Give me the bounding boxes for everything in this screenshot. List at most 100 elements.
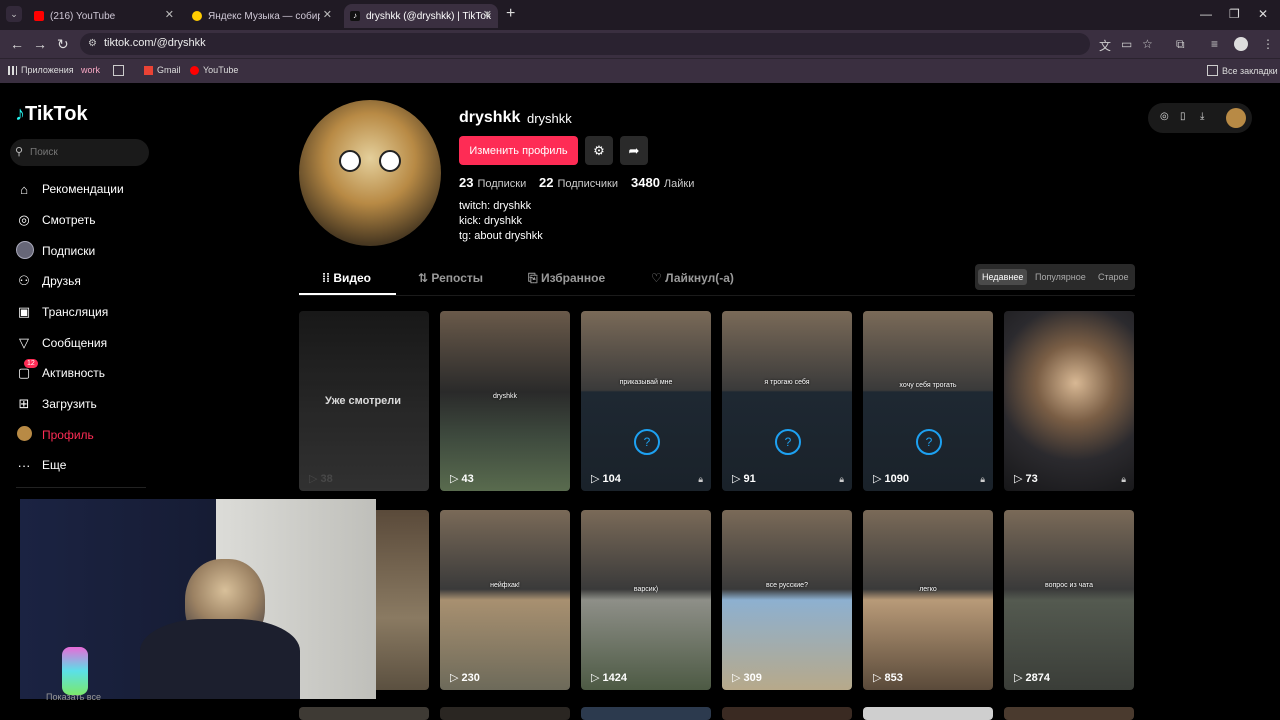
video-card[interactable]: хочу себя трогать ? ▷ 1090 🔒︎ (863, 311, 993, 491)
bookmark-work[interactable]: work (81, 65, 100, 75)
settings-button[interactable]: ⚙ (585, 136, 613, 165)
menu-dots-icon[interactable]: ⋮ (1262, 37, 1274, 51)
notification-badge: 12 (24, 359, 38, 368)
followers-stat[interactable]: 22 Подписчики (539, 175, 618, 190)
bookmark-gmail[interactable]: Gmail (144, 65, 181, 75)
sidebar-divider (16, 487, 146, 488)
tab-liked[interactable]: ♡ Лайкнул(-а) (651, 271, 734, 285)
sidebar-item-label: Друзья (42, 274, 81, 288)
reading-list-icon[interactable]: ≡ (1211, 37, 1218, 51)
inbox-icon: ▢ 12 (16, 359, 38, 381)
tab-label: Репосты (431, 271, 483, 285)
phone-icon[interactable]: ▯ (1180, 111, 1186, 122)
view-count: ▷ 91 (732, 473, 756, 485)
sidebar-item-messages[interactable]: ▽ Сообщения (16, 332, 107, 354)
sidebar-item-friends[interactable]: ⚇ Друзья (16, 270, 81, 292)
video-card[interactable] (863, 707, 993, 720)
browser-tab-youtube[interactable]: (216) YouTube ✕ (28, 4, 180, 28)
compass-icon: ◎ (18, 212, 30, 227)
show-all-link[interactable]: Показать все (46, 692, 101, 702)
search-input[interactable]: ⚲ Поиск (10, 139, 149, 166)
account-avatar[interactable] (1226, 108, 1246, 128)
sidebar-item-profile[interactable]: Профиль (16, 424, 94, 446)
url-text[interactable]: tiktok.com/@dryshkk (104, 37, 206, 49)
video-caption: dryshkk (492, 393, 518, 400)
send-icon: ▽ (19, 335, 29, 350)
coins-icon[interactable]: ◎ (1160, 111, 1169, 122)
reload-icon[interactable]: ↻ (57, 36, 69, 53)
bookmark-apps[interactable]: Приложения (8, 65, 74, 75)
back-icon[interactable]: ← (10, 36, 24, 52)
edit-profile-button[interactable]: Изменить профиль (459, 136, 578, 165)
star-icon[interactable]: ☆ (1142, 37, 1153, 51)
video-card[interactable]: легко ▷ 853 (863, 510, 993, 690)
apps-icon (8, 65, 17, 75)
bookmark-youtube[interactable]: YouTube (190, 65, 238, 75)
view-count-value: 91 (743, 473, 756, 485)
site-info-icon[interactable]: ⚙ (88, 38, 97, 49)
video-card[interactable]: я трогаю себя ? ▷ 91 🔒︎ (722, 311, 852, 491)
close-tab-icon[interactable]: ✕ (323, 8, 332, 21)
sidebar-item-activity[interactable]: ▢ 12 Активность (16, 359, 105, 384)
tab-label: Видео (333, 271, 371, 285)
address-bar-row: ← → ↻ ⚙ tiktok.com/@dryshkk 文 ▭ ☆ ⧉ ≡ ⋮ (0, 30, 1280, 58)
extensions-icon[interactable]: ⧉ (1176, 37, 1185, 52)
profile-icon[interactable] (1234, 37, 1248, 51)
sidebar-item-more[interactable]: ··· Еще (16, 454, 67, 476)
cast-icon[interactable]: ▭ (1121, 37, 1132, 51)
video-card[interactable]: dryshkk ▷ 43 (440, 311, 570, 491)
all-bookmarks[interactable]: Все закладки (1207, 65, 1278, 76)
bookmarks-bar: Приложения work Gmail YouTube Все заклад… (0, 58, 1280, 83)
sort-oldest[interactable]: Старое (1094, 269, 1133, 285)
video-card[interactable] (1004, 707, 1134, 720)
new-tab-button[interactable]: + (506, 5, 515, 23)
minimize-icon[interactable]: — (1200, 7, 1212, 21)
video-card[interactable]: вопрос из чата ▷ 2874 (1004, 510, 1134, 690)
video-card[interactable]: приказывай мне ? ▷ 104 🔒︎ (581, 311, 711, 491)
sidebar-item-upload[interactable]: ⊞ Загрузить (16, 393, 97, 415)
sidebar-item-label: Сообщения (42, 336, 108, 350)
video-card[interactable]: Уже смотрели ▷ 38 (299, 311, 429, 491)
sidebar-item-explore[interactable]: ◎ Смотреть (16, 209, 95, 231)
sidebar-item-recommendations[interactable]: ⌂ Рекомендации (16, 178, 124, 200)
maximize-icon[interactable]: ❐ (1229, 7, 1240, 21)
yandex-music-icon (192, 11, 202, 21)
video-caption: хочу себя трогать (899, 382, 957, 389)
close-window-icon[interactable]: ✕ (1258, 7, 1268, 21)
view-count-value: 1090 (884, 473, 909, 485)
omnibox[interactable]: ⚙ tiktok.com/@dryshkk (80, 33, 1090, 55)
tiktok-logo[interactable]: ♪TikTok (15, 103, 88, 126)
video-card[interactable] (722, 707, 852, 720)
browser-tab-yandex-music[interactable]: Яндекс Музыка — собираем м ✕ (186, 4, 338, 28)
video-card[interactable] (581, 707, 711, 720)
video-caption: легко (919, 586, 937, 593)
sort-recent[interactable]: Недавнее (978, 269, 1028, 285)
sidebar-item-live[interactable]: ▣ Трансляция (16, 301, 108, 323)
tab-videos[interactable]: ⁞⁞ Видео (322, 271, 371, 285)
followers-count: 22 (539, 175, 554, 190)
upload-icon: ⊞ (18, 396, 30, 411)
question-icon: ? (634, 429, 660, 455)
tab-reposts[interactable]: ⇅ Репосты (418, 271, 483, 285)
video-card[interactable]: варсик) ▷ 1424 (581, 510, 711, 690)
close-tab-icon[interactable]: ✕ (483, 8, 492, 21)
tab-label: Избранное (540, 271, 606, 285)
sidebar-item-following[interactable]: Подписки (16, 240, 95, 262)
video-card[interactable]: нейфхак! ▷ 230 (440, 510, 570, 690)
video-card[interactable] (299, 707, 429, 720)
bookmark-grid[interactable] (113, 65, 128, 76)
download-icon[interactable]: ⤓ (1200, 111, 1204, 122)
translate-icon[interactable]: 文 (1099, 37, 1111, 54)
video-card[interactable]: все русские? ▷ 309 (722, 510, 852, 690)
browser-tab-tiktok[interactable]: ♪ dryshkk (@dryshkk) | TikTok ✕ (344, 4, 498, 28)
close-tab-icon[interactable]: ✕ (165, 8, 174, 21)
video-card[interactable] (440, 707, 570, 720)
forward-icon[interactable]: → (33, 36, 47, 52)
video-card[interactable]: ▷ 73 🔒︎ (1004, 311, 1134, 491)
following-stat[interactable]: 23 Подписки (459, 175, 526, 190)
profile-avatar[interactable] (299, 100, 441, 246)
tab-favorites[interactable]: ⎘ Избранное (528, 271, 605, 286)
tab-search-menu-icon[interactable]: ⌄ (6, 6, 22, 22)
sort-popular[interactable]: Популярное (1031, 269, 1090, 285)
share-button[interactable]: ➦ (620, 136, 648, 165)
